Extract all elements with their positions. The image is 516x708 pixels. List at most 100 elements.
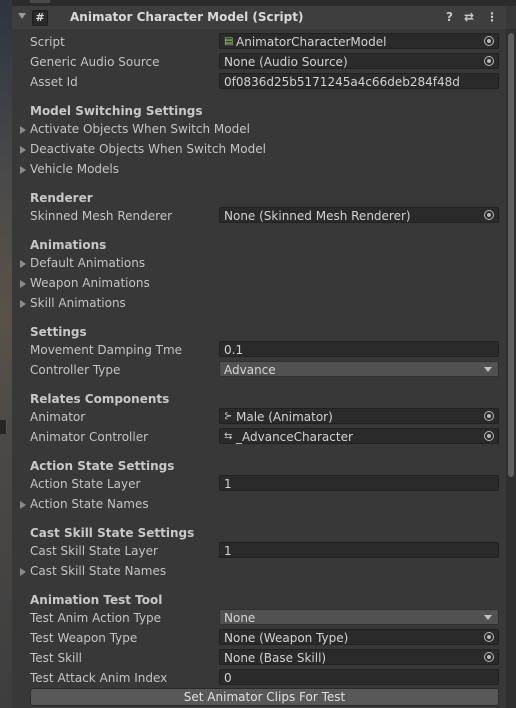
foldout-label: Activate Objects When Switch Model (30, 122, 250, 136)
skinned-mesh-renderer-field[interactable]: None (Skinned Mesh Renderer) (219, 207, 499, 223)
animator-controller-row: Animator Controller ⇆ _AdvanceCharacter (12, 427, 506, 447)
generic-audio-source-label: Generic Audio Source (30, 55, 160, 69)
movement-damping-input[interactable]: 0.1 (219, 341, 499, 357)
preset-icon[interactable]: ⇄ (464, 10, 474, 24)
test-weapon-type-field[interactable]: None (Weapon Type) (219, 629, 499, 645)
test-action-type-value: None (224, 611, 256, 625)
test-attack-index-input[interactable]: 0 (219, 669, 499, 685)
action-state-layer-label: Action State Layer (30, 477, 141, 491)
foldout-activate-objects[interactable]: Activate Objects When Switch Model (12, 119, 506, 139)
test-attack-index-row: Test Attack Anim Index 0 (12, 668, 506, 688)
animator-controller-icon: ⇆ (224, 431, 233, 442)
animator-field[interactable]: ⊱ Male (Animator) (219, 408, 499, 424)
foldout-collapsed-icon[interactable] (20, 501, 26, 509)
script-enabled-checkbox[interactable]: # (32, 10, 48, 26)
movement-damping-row: Movement Damping Tme 0.1 (12, 340, 506, 360)
foldout-collapsed-icon[interactable] (20, 166, 26, 174)
foldout-skill-animations[interactable]: Skill Animations (12, 293, 506, 313)
foldout-collapsed-icon[interactable] (20, 126, 26, 134)
action-state-layer-value: 1 (224, 477, 232, 491)
cast-skill-layer-label: Cast Skill State Layer (30, 544, 158, 558)
movement-damping-label: Movement Damping Tme (30, 343, 183, 357)
chevron-down-icon (484, 615, 492, 620)
foldout-label: Deactivate Objects When Switch Model (30, 142, 266, 156)
asset-id-input[interactable]: 0f0836d25b5171245a4c66deb284f48d (219, 73, 499, 89)
animator-row: Animator ⊱ Male (Animator) (12, 407, 506, 427)
inspector-scrollbar[interactable] (506, 29, 516, 708)
foldout-collapsed-icon[interactable] (20, 260, 26, 268)
object-picker-icon[interactable] (484, 632, 494, 642)
foldout-label: Vehicle Models (30, 162, 120, 176)
test-action-type-row: Test Anim Action Type None (12, 608, 506, 628)
test-attack-index-label: Test Attack Anim Index (30, 671, 168, 685)
test-action-type-dropdown[interactable]: None (219, 609, 499, 625)
foldout-deactivate-objects[interactable]: Deactivate Objects When Switch Model (12, 139, 506, 159)
test-skill-field[interactable]: None (Base Skill) (219, 649, 499, 665)
foldout-expanded-icon[interactable] (18, 13, 26, 19)
action-state-header: Action State Settings (30, 459, 175, 473)
object-picker-icon[interactable] (484, 36, 494, 46)
set-animator-clips-button[interactable]: Set Animator Clips For Test (30, 688, 499, 706)
test-tool-header: Animation Test Tool (30, 593, 163, 607)
scene-view-marker (0, 420, 7, 434)
animator-label: Animator (30, 410, 86, 424)
foldout-collapsed-icon[interactable] (20, 300, 26, 308)
more-icon[interactable]: ⋮ (486, 10, 498, 24)
controller-type-dropdown[interactable]: Advance (219, 361, 499, 377)
controller-type-row: Controller Type Advance (12, 360, 506, 380)
test-weapon-type-label: Test Weapon Type (30, 631, 138, 645)
asset-id-row: Asset Id 0f0836d25b5171245a4c66deb284f48… (12, 72, 506, 92)
chevron-down-icon (484, 367, 492, 372)
animator-controller-field[interactable]: ⇆ _AdvanceCharacter (219, 428, 499, 444)
asset-id-label: Asset Id (30, 75, 78, 89)
renderer-header: Renderer (30, 191, 93, 205)
action-state-layer-row: Action State Layer 1 (12, 474, 506, 494)
cast-skill-header: Cast Skill State Settings (30, 526, 195, 540)
object-picker-icon[interactable] (484, 652, 494, 662)
cast-skill-layer-input[interactable]: 1 (219, 542, 499, 558)
foldout-collapsed-icon[interactable] (20, 146, 26, 154)
foldout-collapsed-icon[interactable] (20, 568, 26, 576)
script-row: Script ▤ AnimatorCharacterModel (12, 32, 506, 52)
script-field[interactable]: ▤ AnimatorCharacterModel (219, 33, 499, 49)
generic-audio-source-value: None (Audio Source) (224, 55, 348, 69)
foldout-cast-skill-names[interactable]: Cast Skill State Names (12, 561, 506, 581)
controller-type-value: Advance (224, 363, 276, 377)
foldout-weapon-animations[interactable]: Weapon Animations (12, 273, 506, 293)
object-picker-icon[interactable] (484, 210, 494, 220)
action-state-layer-input[interactable]: 1 (219, 475, 499, 491)
foldout-label: Skill Animations (30, 296, 126, 310)
skinned-mesh-renderer-label: Skinned Mesh Renderer (30, 209, 173, 223)
foldout-action-state-names[interactable]: Action State Names (12, 494, 506, 514)
foldout-collapsed-icon[interactable] (20, 280, 26, 288)
cast-skill-layer-row: Cast Skill State Layer 1 (12, 541, 506, 561)
foldout-label: Action State Names (30, 497, 149, 511)
controller-type-label: Controller Type (30, 363, 121, 377)
animator-controller-value: _AdvanceCharacter (236, 430, 353, 444)
scene-view-edge (0, 0, 12, 708)
movement-damping-value: 0.1 (224, 343, 244, 357)
object-picker-icon[interactable] (484, 411, 494, 421)
foldout-default-animations[interactable]: Default Animations (12, 253, 506, 273)
object-picker-icon[interactable] (484, 431, 494, 441)
skinned-mesh-renderer-value: None (Skinned Mesh Renderer) (224, 209, 411, 223)
animator-controller-label: Animator Controller (30, 430, 149, 444)
test-attack-index-value: 0 (224, 671, 232, 685)
component-title: Animator Character Model (Script) (70, 10, 304, 24)
model-switching-header: Model Switching Settings (30, 104, 203, 118)
test-weapon-type-row: Test Weapon Type None (Weapon Type) (12, 628, 506, 648)
foldout-label: Default Animations (30, 256, 146, 270)
inspector-content: Script ▤ AnimatorCharacterModel Generic … (12, 29, 506, 708)
foldout-vehicle-models[interactable]: Vehicle Models (12, 159, 506, 179)
test-action-type-label: Test Anim Action Type (30, 611, 162, 625)
script-file-icon: ▤ (224, 36, 234, 47)
foldout-label: Cast Skill State Names (30, 564, 167, 578)
object-picker-icon[interactable] (484, 56, 494, 66)
help-icon[interactable]: ? (446, 10, 453, 24)
animations-header: Animations (30, 238, 107, 252)
scrollbar-thumb[interactable] (508, 33, 514, 477)
component-header[interactable]: # Animator Character Model (Script) ? ⇄ … (12, 6, 506, 30)
generic-audio-source-field[interactable]: None (Audio Source) (219, 53, 499, 69)
animator-value: Male (Animator) (236, 410, 333, 424)
foldout-label: Weapon Animations (30, 276, 150, 290)
